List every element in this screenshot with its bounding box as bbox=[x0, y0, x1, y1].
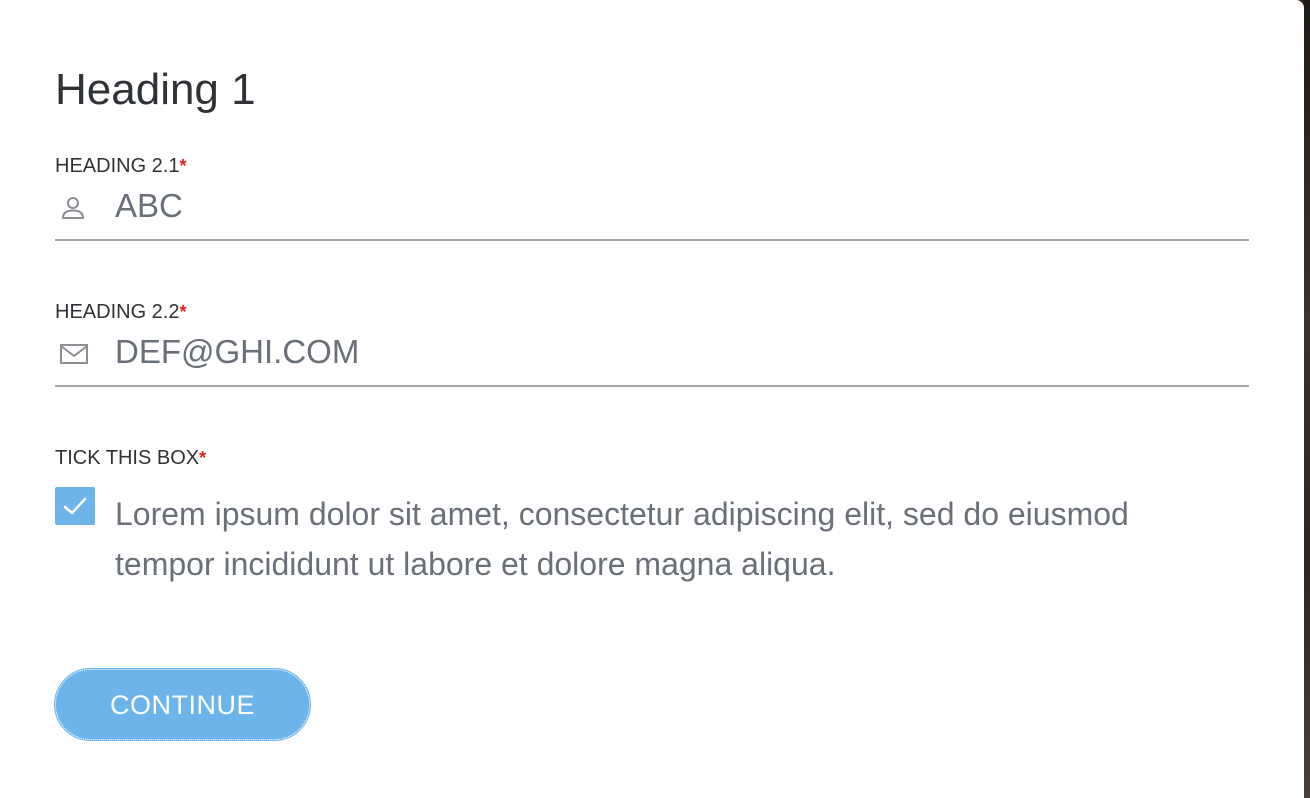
checkmark-icon bbox=[63, 497, 87, 515]
consent-text: Lorem ipsum dolor sit amet, consectetur … bbox=[115, 496, 1129, 582]
consent-checkbox[interactable] bbox=[55, 487, 95, 525]
name-field-label-text: HEADING 2.1 bbox=[55, 155, 180, 177]
email-input[interactable]: DEF@GHI.COM bbox=[55, 326, 1249, 387]
consent-section: TICK THIS BOX* Lorem ipsum dolor sit ame… bbox=[55, 444, 1249, 582]
email-field-label: HEADING 2.2* bbox=[55, 298, 1249, 326]
required-marker: * bbox=[179, 302, 187, 322]
checkbox-label: TICK THIS BOX* bbox=[55, 444, 1249, 472]
name-input-value: ABC bbox=[115, 187, 183, 224]
name-field-label: HEADING 2.1* bbox=[55, 152, 1249, 180]
name-input[interactable]: ABC bbox=[55, 180, 1249, 241]
email-input-value: DEF@GHI.COM bbox=[115, 333, 360, 370]
person-icon bbox=[59, 194, 87, 222]
name-field: HEADING 2.1* ABC bbox=[55, 152, 1249, 241]
email-field: HEADING 2.2* DEF@GHI.COM bbox=[55, 298, 1249, 387]
background-edge bbox=[1304, 0, 1310, 798]
required-marker: * bbox=[179, 156, 187, 176]
form-dialog: Heading 1 HEADING 2.1* ABC HEADING 2.2* … bbox=[0, 0, 1304, 798]
envelope-icon bbox=[59, 340, 88, 368]
continue-button[interactable]: CONTINUE bbox=[54, 668, 311, 741]
required-marker: * bbox=[199, 448, 207, 468]
checkbox-label-text: TICK THIS BOX bbox=[55, 447, 200, 469]
page-title: Heading 1 bbox=[55, 65, 256, 114]
email-field-label-text: HEADING 2.2 bbox=[55, 301, 180, 323]
